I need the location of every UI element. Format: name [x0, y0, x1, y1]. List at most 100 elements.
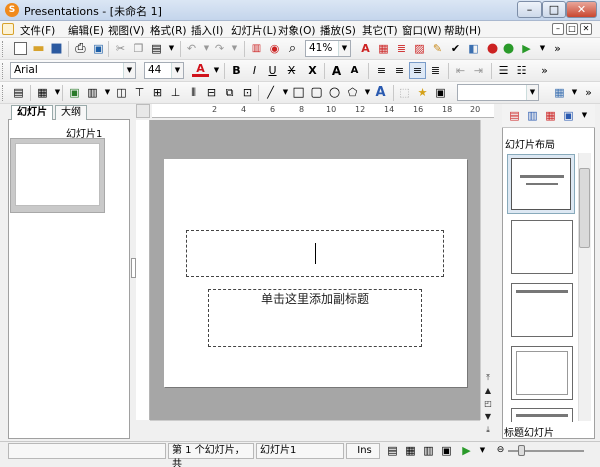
doc-close-button[interactable]: ✕	[580, 23, 592, 35]
wordart-button[interactable]: A	[372, 84, 389, 101]
layout-title-slide[interactable]	[507, 154, 575, 214]
align-left-icon[interactable]: ≡	[373, 62, 390, 79]
insert-picture-icon[interactable]: ▣	[66, 84, 83, 101]
ungroup-icon[interactable]: ⊡	[239, 84, 256, 101]
menu-help[interactable]: 帮助(H)	[444, 23, 481, 38]
sorter-view-icon[interactable]: ▦	[402, 442, 419, 459]
slideshow-play-icon[interactable]: ▶	[458, 442, 475, 459]
design-pane-icon[interactable]: ▥	[524, 107, 541, 124]
magnifier-icon[interactable]: ⌕	[284, 40, 301, 57]
maximize-button[interactable]: □	[542, 1, 566, 18]
grid-table-dropdown-icon[interactable]: ▼	[49, 84, 66, 101]
brush-icon[interactable]: ✎	[429, 40, 446, 57]
menu-view[interactable]: 视图(V)	[108, 23, 144, 38]
distribute-vertical-icon[interactable]: ⊟	[203, 84, 220, 101]
normal-view-icon[interactable]: ▤	[384, 442, 401, 459]
distribute-horizontal-icon[interactable]: ⫴	[185, 84, 202, 101]
group-icon[interactable]: ⧉	[221, 84, 238, 101]
insert-mode[interactable]: Ins	[346, 443, 380, 459]
cut-icon[interactable]: ✂	[112, 40, 129, 57]
spell-check-icon[interactable]: ✔	[447, 40, 464, 57]
custom-animation-icon[interactable]: ◧	[465, 40, 482, 57]
layout-icon[interactable]: ▤	[10, 84, 27, 101]
tool-p-icon[interactable]: ●	[500, 40, 517, 57]
increase-indent-icon[interactable]: ⇥	[470, 62, 487, 79]
print-icon[interactable]: ⎙	[72, 40, 89, 57]
menu-edit[interactable]: 编辑(E)	[68, 23, 104, 38]
save-icon[interactable]: ■	[48, 40, 65, 57]
task-pane-scroll-thumb[interactable]	[579, 168, 590, 248]
layout-content[interactable]	[511, 346, 573, 400]
menu-object[interactable]: 对象(O)	[278, 23, 315, 38]
shadow-button[interactable]: X	[304, 62, 321, 79]
menu-play[interactable]: 播放(S)	[320, 23, 356, 38]
decrease-indent-icon[interactable]: ⇤	[452, 62, 469, 79]
star-tool-icon[interactable]: ★	[414, 84, 431, 101]
font-size-combo[interactable]: 44 ▼	[144, 62, 184, 79]
zoom-slider-thumb[interactable]	[518, 445, 525, 456]
image-insert-icon[interactable]: ▨	[411, 40, 428, 57]
align-right-icon[interactable]: ≡	[409, 62, 426, 79]
font-name-combo[interactable]: Arial ▼	[10, 62, 136, 79]
menu-format[interactable]: 格式(R)	[150, 23, 187, 38]
zoom-tool-icon[interactable]: ◉	[266, 40, 283, 57]
image-tool-icon[interactable]: ▣	[432, 84, 449, 101]
animation-pane-icon[interactable]: ▦	[542, 107, 559, 124]
underline-button[interactable]: U	[264, 62, 281, 79]
horizontal-ruler[interactable]: 2 4 6 8 10 12 14 16 18 20	[152, 104, 494, 118]
layout-blank[interactable]	[511, 220, 573, 274]
zoom-dropdown-icon[interactable]: ▼	[338, 41, 350, 56]
align-center-icon[interactable]: ≡	[391, 62, 408, 79]
toolbar3-overflow[interactable]: »	[580, 84, 597, 101]
slide-thumbnail[interactable]	[15, 143, 100, 206]
menu-other[interactable]: 其它(T)	[362, 23, 398, 38]
doc-restore-button[interactable]: □	[566, 23, 578, 35]
minimize-button[interactable]: –	[517, 1, 542, 18]
ole-object-icon[interactable]: ◫	[113, 84, 130, 101]
layout-title-content[interactable]	[511, 408, 573, 422]
open-folder-icon[interactable]: ▬	[30, 40, 47, 57]
scroll-top-icon[interactable]: ⤒	[482, 373, 494, 383]
font-dropdown-icon[interactable]: ▼	[123, 63, 135, 78]
slide-icon[interactable]: ◰	[482, 399, 494, 409]
justify-icon[interactable]: ≣	[427, 62, 444, 79]
outline-view-icon[interactable]: ▣	[438, 442, 455, 459]
next-slide-icon[interactable]: ▼	[482, 412, 494, 422]
color-pane-icon[interactable]: ▣	[560, 107, 577, 124]
scroll-bottom-icon[interactable]: ⤓	[482, 425, 494, 435]
bullets-icon[interactable]: ☰	[495, 62, 512, 79]
zoom-out-icon[interactable]: ⊖	[492, 442, 509, 459]
align-top-icon[interactable]: ⊤	[131, 84, 148, 101]
shrink-font-button[interactable]: A	[346, 62, 363, 79]
font-color-button[interactable]: A	[192, 62, 209, 77]
copy-icon[interactable]: ❐	[130, 40, 147, 57]
slideshow-dropdown-icon[interactable]: ▼	[474, 442, 491, 459]
horizontal-scrollbar[interactable]	[150, 420, 480, 435]
pane-dropdown-icon[interactable]: ▼	[576, 107, 593, 124]
font-size-dropdown-icon[interactable]: ▼	[171, 63, 183, 78]
text-box-icon[interactable]: A	[357, 40, 374, 57]
toolbar-grip[interactable]	[2, 41, 5, 57]
rounded-rect-tool-icon[interactable]: ▢	[308, 84, 325, 101]
document-icon[interactable]	[2, 23, 14, 35]
tab-outline[interactable]: 大纲	[55, 105, 87, 120]
style-dropdown-icon[interactable]: ▼	[526, 85, 538, 100]
layout-pane-icon[interactable]: ▤	[506, 107, 523, 124]
vertical-ruler[interactable]	[136, 120, 150, 420]
redo-dropdown-icon[interactable]: ▼	[226, 40, 243, 57]
align-text-icon[interactable]: ≣	[393, 40, 410, 57]
align-middle-icon[interactable]: ⊞	[149, 84, 166, 101]
toolbar-grip[interactable]	[2, 85, 5, 101]
strikethrough-button[interactable]: X	[283, 62, 300, 79]
select-tool-icon[interactable]: ⬚	[396, 84, 413, 101]
ellipse-tool-icon[interactable]: ○	[326, 84, 343, 101]
close-button[interactable]: ✕	[566, 1, 597, 18]
chart-insert-icon[interactable]: ▥	[248, 40, 265, 57]
bold-button[interactable]: B	[228, 62, 245, 79]
doc-minimize-button[interactable]: –	[552, 23, 564, 35]
notes-view-icon[interactable]: ▥	[420, 442, 437, 459]
font-color-dropdown-icon[interactable]: ▼	[208, 62, 225, 79]
style-combo[interactable]: ▼	[457, 84, 539, 101]
numbering-icon[interactable]: ☷	[513, 62, 530, 79]
play-icon[interactable]: ▶	[518, 40, 535, 57]
